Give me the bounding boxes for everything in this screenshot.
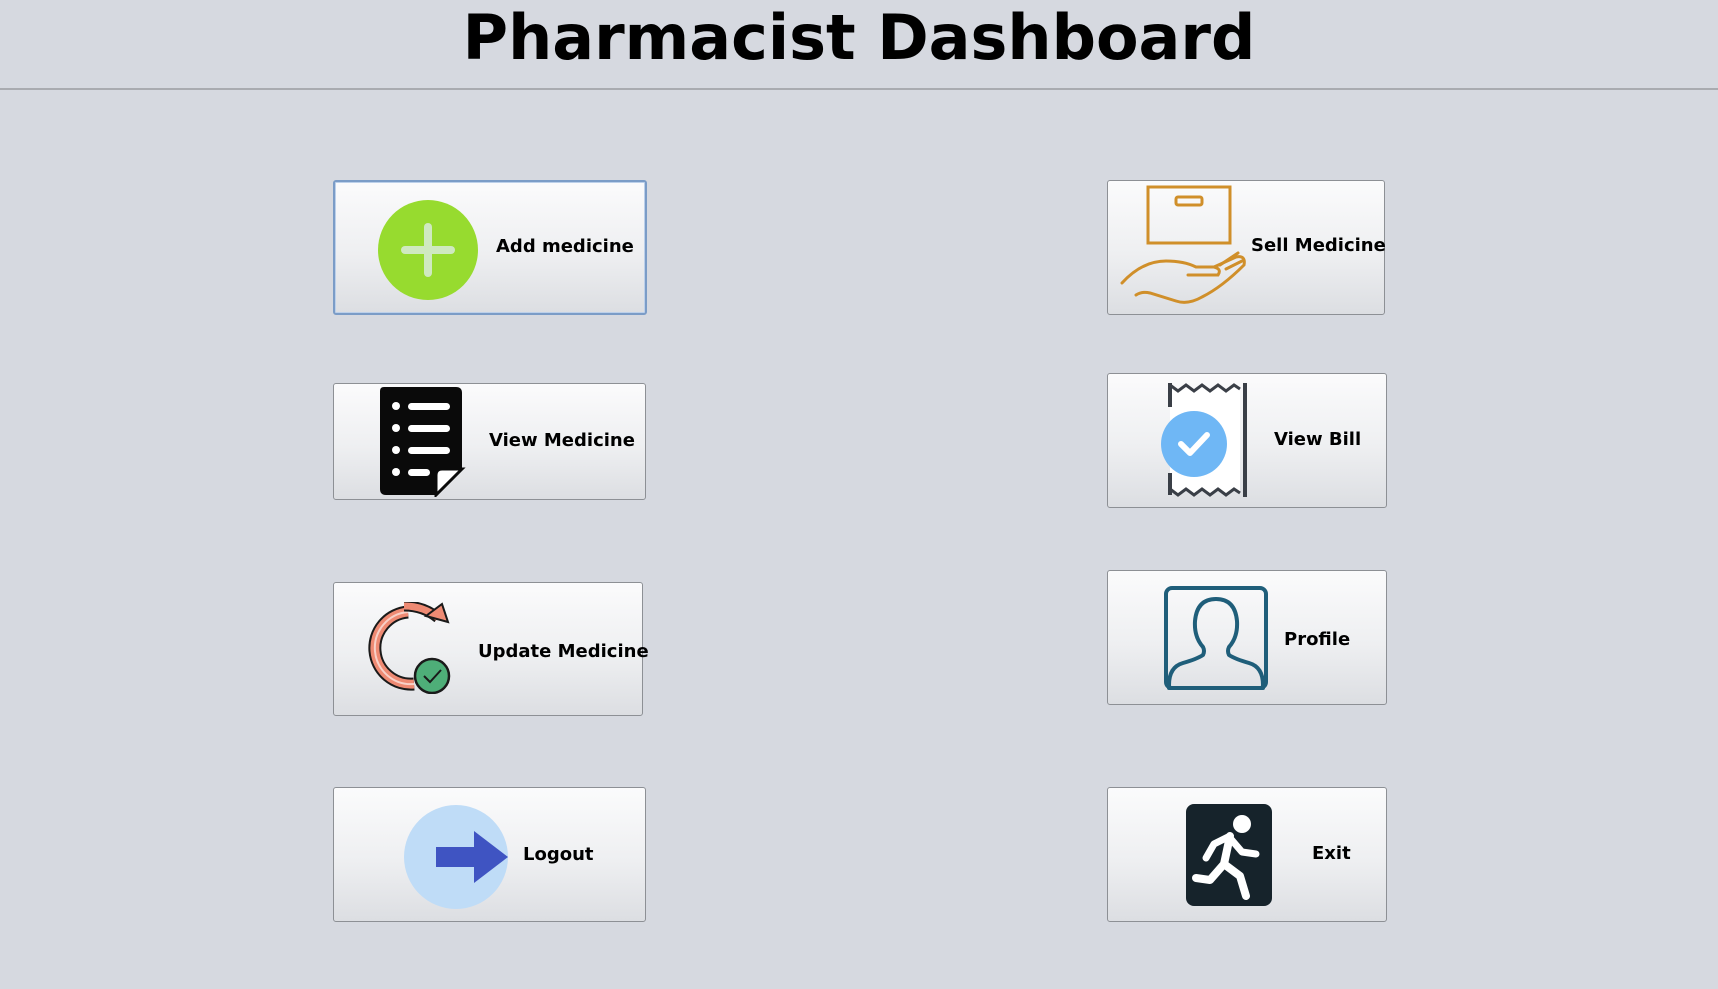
running-man-icon bbox=[1186, 804, 1272, 906]
exit-label: Exit bbox=[1312, 843, 1351, 864]
add-medicine-label: Add medicine bbox=[496, 236, 634, 257]
add-medicine-button[interactable]: Add medicine bbox=[333, 180, 647, 315]
exit-button[interactable]: Exit bbox=[1107, 787, 1387, 922]
logout-button[interactable]: Logout bbox=[333, 787, 646, 922]
page-title: Pharmacist Dashboard bbox=[462, 1, 1256, 74]
receipt-check-icon bbox=[1161, 383, 1247, 497]
view-bill-label: View Bill bbox=[1274, 429, 1362, 450]
arrow-right-icon bbox=[404, 805, 508, 909]
title-divider bbox=[0, 88, 1718, 90]
profile-button[interactable]: Profile bbox=[1107, 570, 1387, 705]
user-portrait-icon bbox=[1164, 586, 1268, 690]
sell-medicine-label: Sell Medicine bbox=[1251, 235, 1386, 256]
update-medicine-label: Update Medicine bbox=[478, 641, 649, 662]
plus-circle-icon bbox=[378, 200, 478, 300]
view-medicine-button[interactable]: View Medicine bbox=[333, 383, 646, 500]
update-medicine-button[interactable]: Update Medicine bbox=[333, 582, 649, 716]
profile-label: Profile bbox=[1284, 629, 1351, 650]
sell-medicine-button[interactable]: Sell Medicine bbox=[1107, 180, 1386, 315]
refresh-check-icon bbox=[368, 602, 451, 694]
list-document-icon bbox=[380, 387, 466, 497]
view-medicine-label: View Medicine bbox=[489, 430, 635, 451]
view-bill-button[interactable]: View Bill bbox=[1107, 373, 1387, 508]
logout-label: Logout bbox=[523, 844, 594, 865]
hand-box-icon bbox=[1120, 185, 1246, 304]
